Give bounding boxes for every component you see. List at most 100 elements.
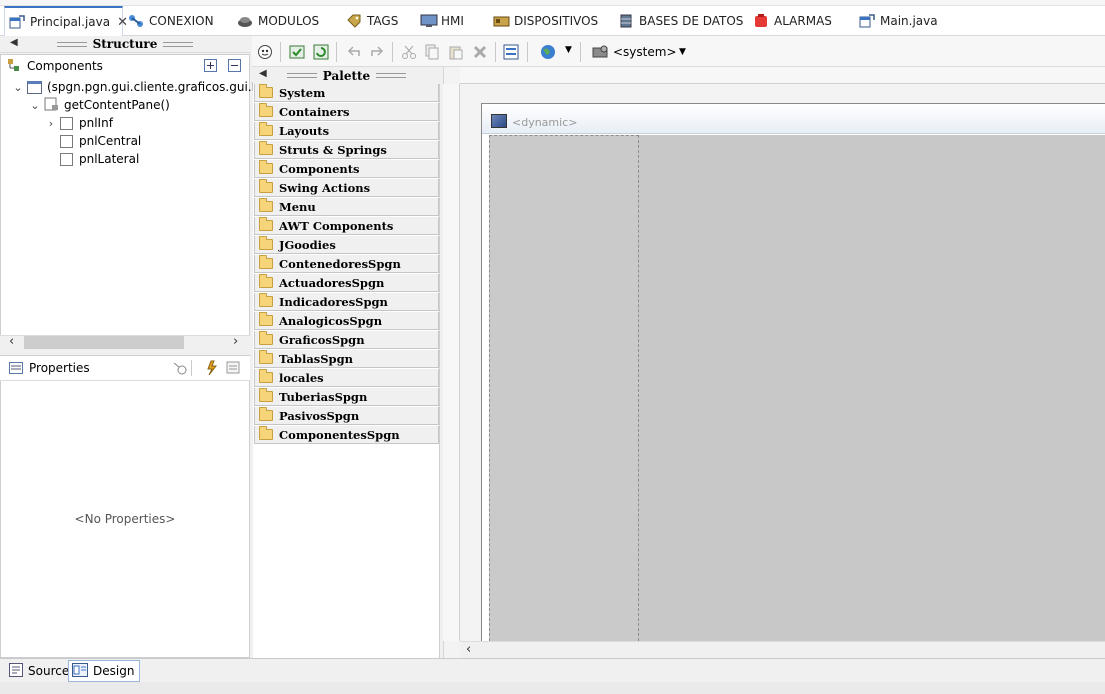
tag-icon [346, 14, 362, 28]
redo-icon[interactable] [369, 44, 385, 60]
tree-node-pnllateral[interactable]: pnlLateral [60, 150, 139, 168]
close-icon[interactable]: ✕ [117, 15, 128, 30]
palette-category-label: AnalogicosSpgn [279, 313, 383, 328]
refresh-icon[interactable] [313, 44, 329, 60]
scroll-left-icon[interactable]: ‹ [466, 642, 471, 657]
palette-category-label: Menu [279, 199, 316, 214]
tab-conexion[interactable]: CONEXION [128, 6, 214, 36]
tab-label: DISPOSITIVOS [514, 14, 599, 28]
tree-node-frame[interactable]: ⌄ (spgn.pgn.gui.cliente.graficos.gui.Fra… [12, 78, 273, 96]
externalize-strings-icon[interactable] [289, 44, 305, 60]
status-strip [0, 682, 1105, 694]
goto-definition-icon[interactable] [226, 361, 241, 378]
palette-category[interactable]: System [254, 84, 439, 102]
chevron-right-icon[interactable]: › [45, 117, 57, 130]
cut-icon[interactable] [401, 44, 417, 60]
palette-category[interactable]: PasivosSpgn [254, 407, 439, 425]
frame-title-text: <dynamic> [512, 116, 578, 129]
palette-category[interactable]: Struts & Springs [254, 141, 439, 159]
palette-category[interactable]: AnalogicosSpgn [254, 312, 439, 330]
form-layout-icon[interactable] [503, 44, 519, 60]
system-theme-icon[interactable] [592, 44, 608, 60]
tab-hmi[interactable]: HMI [420, 6, 464, 36]
scroll-left-icon[interactable]: ‹ [9, 334, 14, 349]
tab-modulos[interactable]: MODULOS [237, 6, 319, 36]
tab-principal-java[interactable]: Principal.java ✕ [4, 6, 128, 36]
collapse-all-icon[interactable] [228, 59, 241, 75]
undo-icon[interactable] [346, 44, 362, 60]
palette-category[interactable]: TuberiasSpgn [254, 388, 439, 406]
scrollbar-thumb[interactable] [24, 336, 184, 349]
paste-icon[interactable] [448, 44, 464, 60]
palette-header[interactable]: Palette [253, 67, 440, 84]
collapse-left-icon[interactable]: ◀ [10, 37, 18, 48]
toolbar-separator [280, 42, 281, 62]
chevron-down-icon[interactable]: ⌄ [12, 81, 24, 94]
monitor-icon [420, 14, 438, 28]
design-tab-label: Design [93, 664, 135, 678]
tab-tags[interactable]: TAGS [346, 6, 398, 36]
editor-mode-bar [0, 658, 1105, 682]
palette-category[interactable]: Containers [254, 103, 439, 121]
folder-icon [259, 255, 273, 269]
source-tab[interactable]: Source [6, 660, 74, 682]
show-events-icon[interactable] [203, 360, 219, 379]
collapse-left-icon[interactable]: ◀ [259, 68, 267, 79]
properties-icon [9, 362, 23, 377]
frame-window-icon [491, 114, 507, 128]
palette-category[interactable]: JGoodies [254, 236, 439, 254]
palette-category[interactable]: GraficosSpgn [254, 331, 439, 349]
tab-alarmas[interactable]: ALARMAS [753, 6, 832, 36]
delete-icon[interactable] [472, 44, 488, 60]
components-icon [7, 58, 21, 75]
tree-node-pnlinf[interactable]: › pnlInf [45, 114, 113, 132]
design-tab[interactable]: Design [68, 660, 141, 682]
expand-all-icon[interactable] [204, 59, 217, 75]
frame-icon [27, 80, 42, 94]
chevron-down-icon[interactable]: ▼ [679, 47, 686, 57]
show-advanced-icon[interactable] [172, 361, 188, 378]
palette-category[interactable]: IndicadoresSpgn [254, 293, 439, 311]
palette-category[interactable]: Swing Actions [254, 179, 439, 197]
canvas-hscrollbar[interactable] [460, 641, 1105, 658]
palette-category[interactable]: ContenedoresSpgn [254, 255, 439, 273]
test-gui-icon[interactable] [257, 44, 273, 60]
tree-node-pnlcentral[interactable]: pnlCentral [60, 132, 141, 150]
palette-category-label: TablasSpgn [279, 351, 353, 366]
toolbar-separator [495, 42, 496, 62]
chevron-down-icon[interactable]: ⌄ [29, 99, 41, 112]
copy-icon[interactable] [424, 44, 440, 60]
components-title: Components [27, 59, 103, 73]
chevron-down-icon[interactable]: ▼ [565, 45, 572, 55]
pnl-lateral-panel[interactable] [489, 135, 639, 641]
java-frame-icon [859, 14, 875, 28]
scroll-right-icon[interactable]: › [233, 334, 238, 349]
palette-category[interactable]: Layouts [254, 122, 439, 140]
tab-dispositivos[interactable]: DISPOSITIVOS [493, 6, 598, 36]
structure-header[interactable]: Structure [0, 36, 250, 53]
modules-icon [237, 14, 253, 28]
system-look-and-feel-label[interactable]: <system> [613, 45, 677, 59]
folder-icon [259, 160, 273, 174]
palette-category[interactable]: ActuadoresSpgn [254, 274, 439, 292]
tab-main-java[interactable]: Main.java [859, 6, 938, 36]
palette-category[interactable]: Components [254, 160, 439, 178]
tab-label: TAGS [367, 14, 399, 28]
palette-category-label: PasivosSpgn [279, 408, 360, 423]
palette-category[interactable]: locales [254, 369, 439, 387]
palette-category-label: IndicadoresSpgn [279, 294, 388, 309]
look-and-feel-globe-icon[interactable] [540, 44, 556, 60]
tab-bases-de-datos[interactable]: BASES DE DATOS [618, 6, 743, 36]
palette-category[interactable]: AWT Components [254, 217, 439, 235]
palette-category[interactable]: Menu [254, 198, 439, 216]
toolbar-separator [580, 42, 581, 62]
palette-category[interactable]: ComponentesSpgn [254, 426, 439, 444]
tab-label: ALARMAS [774, 14, 832, 28]
tree-node-content-pane[interactable]: ⌄ getContentPane() [29, 96, 170, 114]
palette-category[interactable]: TablasSpgn [254, 350, 439, 368]
palette-category-label: JGoodies [279, 237, 336, 252]
no-properties-text: <No Properties> [74, 512, 176, 526]
palette-category-label: Struts & Springs [279, 142, 387, 157]
tab-label: Main.java [880, 14, 938, 28]
toolbar-separator [392, 42, 393, 62]
